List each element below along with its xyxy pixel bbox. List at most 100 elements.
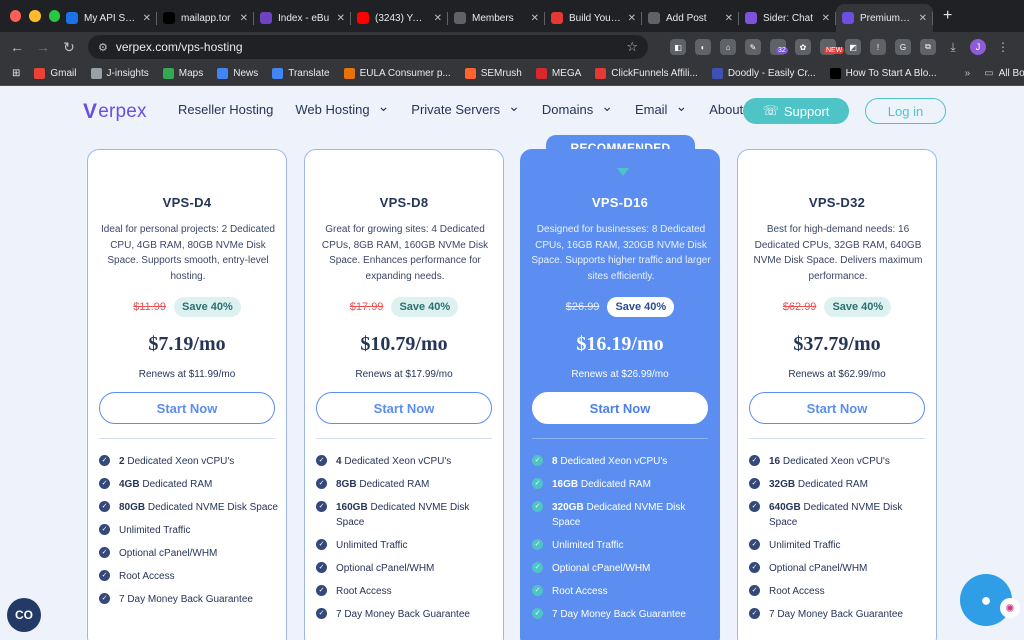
checkmark-icon: ✓ [316,478,327,489]
browser-tab[interactable]: Index - eBu ✕ [254,4,351,32]
browser-tab[interactable]: mailapp.tor ✕ [157,4,254,32]
forward-arrow-icon[interactable]: → [30,39,56,55]
bookmark-favicon-icon [535,68,547,79]
nav-item[interactable]: Private Servers ⌄ [411,98,520,117]
browser-tab[interactable]: Build Your C ✕ [545,4,642,32]
browser-tab[interactable]: Add Post ✕ [642,4,739,32]
start-now-button[interactable]: Start Now [316,392,492,424]
plan-price: $16.19/mo [576,333,664,355]
extension-icon[interactable]: ✿ [795,39,811,55]
tab-close-icon[interactable]: ✕ [434,13,442,24]
tab-favicon-icon [66,12,78,24]
checkmark-icon: ✓ [532,478,543,489]
bookmark-item[interactable]: EULA Consumer p... [343,68,451,79]
bookmark-item[interactable]: SEMrush [464,68,522,79]
bookmark-item[interactable]: J-insights [90,68,149,79]
nav-item[interactable]: Reseller Hosting [178,102,273,117]
tab-close-icon[interactable]: ✕ [337,13,345,24]
browser-tab[interactable]: Members ✕ [448,4,545,32]
feature-value: 4GB [119,479,140,490]
feature-text: Dedicated Xeon vCPU's [780,456,890,467]
bookmark-item[interactable]: How To Start A Blo... [829,68,937,79]
tab-close-icon[interactable]: ✕ [531,13,539,24]
plan-name: VPS-D8 [379,195,429,210]
eyedropper-icon[interactable]: ✎ [745,39,761,55]
back-arrow-icon[interactable]: ← [4,39,30,55]
extension-icon[interactable]: ◧ [670,39,686,55]
browser-tab[interactable]: Sider: Chat ✕ [739,4,836,32]
download-icon[interactable]: ⤓ [945,39,961,55]
chevron-down-icon: ⌄ [601,98,613,114]
discount-row: $17.99 Save 40% [305,297,503,317]
maximize-window-button[interactable] [48,10,60,22]
nav-item-label: Reseller Hosting [178,102,274,117]
bookmark-item[interactable]: MEGA [535,68,581,79]
checkmark-icon: ✓ [532,585,543,596]
verpex-logo[interactable]: V erpex [83,100,147,124]
browser-tab[interactable]: (3243) YouT ✕ [351,4,448,32]
extension-icon[interactable]: 32 [770,39,788,55]
chat-widget-icon[interactable]: CO [7,598,41,632]
headset-icon: ☏ [762,103,779,118]
bookmark-favicon-icon [162,68,174,79]
chevron-down-icon: ⌄ [675,98,688,114]
tab-close-icon[interactable]: ✕ [628,13,636,24]
nav-item[interactable]: Web Hosting ⌄ [295,98,389,117]
nav-item[interactable]: Domains ⌄ [542,98,613,117]
checkmark-icon: ✓ [749,562,760,573]
tab-close-icon[interactable]: ✕ [143,13,151,24]
login-button[interactable]: Log in [865,98,946,124]
extension-icon[interactable]: G [895,39,911,55]
checkmark-icon: ✓ [316,539,327,550]
close-window-button[interactable] [10,10,22,22]
profile-avatar[interactable]: J [970,39,986,55]
tab-close-icon[interactable]: ✕ [725,13,733,24]
plan-price: $37.79/mo [793,333,881,355]
start-now-button[interactable]: Start Now [532,392,708,424]
feature-text: Root Access [769,586,825,597]
tab-close-icon[interactable]: ✕ [822,13,830,24]
extension-icon[interactable]: ◐ [695,39,711,55]
apps-grid-icon[interactable]: ⊞ [12,68,20,79]
bookmarks-bar: ⊞ Gmail J-insights Maps News Translate EULA C… [0,62,1024,86]
start-now-button[interactable]: Start Now [749,392,925,424]
bookmark-item[interactable]: Maps [162,68,203,79]
extension-icon[interactable]: NEW [820,39,845,55]
site-settings-icon[interactable]: ⚙ [98,41,108,54]
extension-icon[interactable]: ◩ [845,39,861,55]
feature-item: ✓ 7 Day Money Back Guarantee [99,592,279,607]
reload-icon[interactable]: ↻ [56,39,82,56]
bookmark-item[interactable]: Gmail [34,68,77,79]
support-button[interactable]: ☏ Support [743,98,849,124]
bookmark-item[interactable]: ClickFunnels Affili... [595,68,698,79]
feature-item: ✓ Root Access [99,569,279,584]
all-bookmarks-button[interactable]: ▭ All Bookmarks [984,68,1024,79]
extension-icon[interactable]: ǃ [870,39,886,55]
feature-text: Dedicated Xeon vCPU's [341,456,452,467]
tab-list: My API Setti ✕ mailapp.tor ✕ Index - eBu ✕ (32… [60,0,933,32]
feature-value: 32GB [769,479,796,490]
address-bar[interactable]: ⚙ verpex.com/vps-hosting ☆ [88,35,648,59]
bookmark-item[interactable]: Doodly - Easily Cr... [711,68,816,79]
extensions-puzzle-icon[interactable]: ⧉ [920,39,936,55]
nav-item[interactable]: Email ⌄ [635,98,687,117]
new-tab-button[interactable]: + [933,2,962,30]
more-menu-icon[interactable]: ⋮ [995,39,1011,55]
tab-close-icon[interactable]: ✕ [240,13,248,24]
tab-close-icon[interactable]: ✕ [919,13,927,24]
more-bookmarks-icon[interactable]: » [965,68,971,79]
start-now-button[interactable]: Start Now [99,392,275,424]
browser-tab[interactable]: Premium VP ✕ [836,4,933,32]
bookmark-item[interactable]: News [217,68,258,79]
bookmark-star-icon[interactable]: ☆ [626,39,638,55]
sider-brain-icon[interactable]: ✺ [1000,598,1020,618]
address-url[interactable]: verpex.com/vps-hosting [116,40,618,54]
bookmark-label: J-insights [106,68,149,79]
browser-toolbar: ← → ↻ ⚙ verpex.com/vps-hosting ☆ ◧ ◐ ⌂ ✎… [0,32,1024,62]
feature-value: 16 [769,456,781,467]
bookmark-item[interactable]: Translate [272,68,330,79]
checkmark-icon: ✓ [99,455,110,466]
browser-tab[interactable]: My API Setti ✕ [60,4,157,32]
extension-icon[interactable]: ⌂ [720,39,736,55]
minimize-window-button[interactable] [29,10,41,22]
